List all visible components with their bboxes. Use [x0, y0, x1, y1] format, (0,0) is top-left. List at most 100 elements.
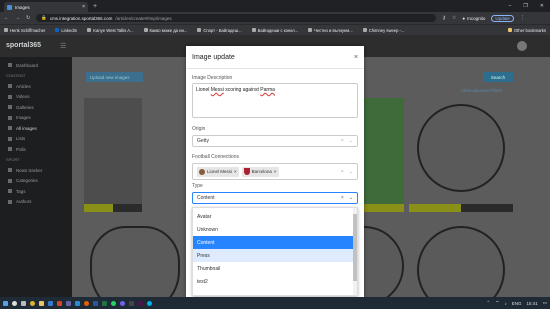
firefox-icon[interactable] — [84, 300, 89, 306]
notifications-icon[interactable]: ▭ — [543, 300, 547, 306]
type-option[interactable]: Thumbnail — [193, 262, 357, 275]
image-card[interactable] — [84, 220, 186, 297]
window-close-icon[interactable]: ✕ — [540, 3, 544, 9]
chip-remove-icon[interactable]: × — [274, 169, 277, 174]
avatar[interactable] — [517, 41, 527, 51]
image-card[interactable] — [409, 220, 513, 297]
key-icon[interactable]: ⚷ — [442, 15, 446, 21]
viber-icon[interactable] — [120, 300, 125, 306]
clear-icon[interactable]: × — [341, 138, 344, 144]
maximize-icon[interactable]: ❐ — [523, 3, 527, 9]
edit-icon[interactable] — [84, 204, 113, 212]
image-card[interactable] — [84, 98, 142, 212]
browser-tab[interactable]: Images × — [4, 2, 88, 12]
type-option-selected[interactable]: Content — [193, 236, 357, 249]
upload-images-button[interactable]: Upload new images — [86, 72, 143, 82]
office-icon[interactable] — [57, 300, 62, 306]
sidebar-item-categories[interactable]: Categories — [0, 176, 72, 187]
advanced-filters-link[interactable]: Show advanced filters — [461, 88, 502, 93]
dropdown-scrollbar[interactable] — [353, 208, 357, 295]
chevron-down-icon[interactable]: ⌄ — [349, 195, 353, 201]
windows-start-icon[interactable] — [3, 300, 8, 306]
search-icon[interactable] — [12, 300, 17, 306]
excel-icon[interactable] — [102, 300, 107, 306]
skype-icon[interactable] — [147, 300, 152, 306]
clear-icon[interactable]: × — [341, 169, 344, 175]
slack-icon[interactable] — [138, 300, 143, 306]
whatsapp-icon[interactable] — [111, 300, 116, 306]
tray-arrow-icon[interactable]: ⌃ — [486, 300, 490, 306]
mail-icon[interactable] — [48, 300, 53, 306]
image-card[interactable] — [364, 220, 404, 297]
connections-select[interactable]: Lionel Messi × Barcelona × × ⌄ — [192, 163, 358, 180]
bookmark-item[interactable]: LinkedIn — [55, 28, 77, 33]
vscode-icon[interactable] — [75, 300, 80, 306]
language-indicator[interactable]: ENG — [512, 301, 522, 306]
teams-icon[interactable] — [66, 300, 71, 306]
url-field[interactable]: 🔒 cms.integration.sportal365.com/article… — [36, 14, 437, 22]
explorer-icon[interactable] — [39, 300, 44, 306]
hamburger-icon[interactable]: ☰ — [60, 42, 66, 50]
search-button[interactable]: Search — [483, 72, 513, 82]
type-option[interactable]: Unknown — [193, 223, 357, 236]
sidebar-item-videos[interactable]: Videos — [0, 92, 72, 103]
type-option[interactable]: Avatar — [193, 210, 357, 223]
bookmark-item[interactable]: Chimney sweep -... — [362, 28, 405, 33]
app-logo[interactable]: sportal365 — [6, 42, 41, 49]
bookmark-item[interactable]: Kanye West Talks A... — [87, 28, 134, 33]
tab-close-icon[interactable]: × — [82, 4, 85, 10]
chrome-icon[interactable] — [30, 300, 35, 306]
type-option[interactable]: Press — [193, 249, 357, 262]
image-card[interactable] — [364, 98, 404, 212]
bookmark-item[interactable]: Честно и вълнуем... — [308, 28, 353, 33]
minimize-icon[interactable]: – — [509, 3, 512, 9]
volume-icon[interactable]: ♪ — [504, 301, 506, 306]
new-tab-icon[interactable]: + — [93, 3, 97, 10]
sidebar-item-articles[interactable]: Articles — [0, 81, 72, 92]
bookmark-item[interactable]: Спорт - Байгадеш... — [197, 28, 242, 33]
sidebar-item-news-tracker[interactable]: News tracker — [0, 165, 72, 176]
incognito-indicator[interactable]: ● Incognito — [462, 16, 485, 21]
sidebar-item-images[interactable]: Images — [0, 113, 72, 124]
network-icon[interactable]: ⌔ — [495, 300, 499, 306]
chip-remove-icon[interactable]: × — [234, 169, 237, 174]
edit-icon[interactable] — [409, 204, 461, 212]
image-card[interactable] — [409, 98, 513, 212]
modal-close-icon[interactable]: × — [354, 54, 358, 61]
star-icon[interactable]: ☆ — [452, 15, 456, 21]
other-bookmarks[interactable]: Other bookmarks — [507, 28, 546, 33]
task-view-icon[interactable] — [21, 300, 26, 306]
chevron-down-icon[interactable]: ⌄ — [349, 169, 353, 175]
sidebar-item-all-images[interactable]: All images — [0, 123, 72, 134]
type-select[interactable]: Content × ⌄ — [192, 192, 358, 204]
origin-select[interactable]: Getty × ⌄ — [192, 135, 358, 147]
edit-icon[interactable] — [364, 204, 404, 212]
bookmark-item[interactable]: Бaйгадеши с конкл... — [251, 28, 298, 33]
sidebar-item-dashboard[interactable]: Dashboard — [0, 60, 72, 71]
sidebar-item-galleries[interactable]: Galleries — [0, 102, 72, 113]
reload-icon[interactable]: ↻ — [26, 15, 30, 21]
type-option[interactable]: test2 — [193, 275, 357, 288]
terminal-icon[interactable] — [129, 300, 134, 306]
sidebar-item-label: Galleries — [16, 104, 34, 110]
menu-dots-icon[interactable]: ⋮ — [520, 15, 525, 21]
sidebar-item-tags[interactable]: Tags — [0, 186, 72, 197]
scrollbar-thumb[interactable] — [353, 214, 357, 281]
bookmark-item[interactable]: Henk Schiffmacher — [4, 28, 45, 33]
sidebar-item-label: Images — [16, 115, 31, 121]
sidebar-item-polls[interactable]: Polls — [0, 144, 72, 155]
description-textarea[interactable]: Lionel Messi scoring against Parma — [192, 83, 358, 118]
back-icon[interactable]: ← — [4, 15, 9, 21]
crop-icon[interactable] — [461, 204, 513, 212]
sidebar-item-lists[interactable]: Lists — [0, 134, 72, 145]
chevron-down-icon[interactable]: ⌄ — [349, 138, 353, 144]
bookmark-item[interactable]: Какво може да ни... — [143, 28, 187, 33]
update-button[interactable]: Update — [491, 14, 514, 22]
clear-icon[interactable]: × — [341, 195, 344, 201]
crop-icon[interactable] — [113, 204, 142, 212]
forward-icon[interactable]: → — [15, 15, 20, 21]
sidebar-item-authors[interactable]: Authors — [0, 197, 72, 208]
type-dropdown-menu: Avatar Unknown Content Press Thumbnail t… — [192, 207, 358, 296]
clock[interactable]: 15:41 — [526, 301, 537, 306]
word-icon[interactable] — [93, 300, 98, 306]
